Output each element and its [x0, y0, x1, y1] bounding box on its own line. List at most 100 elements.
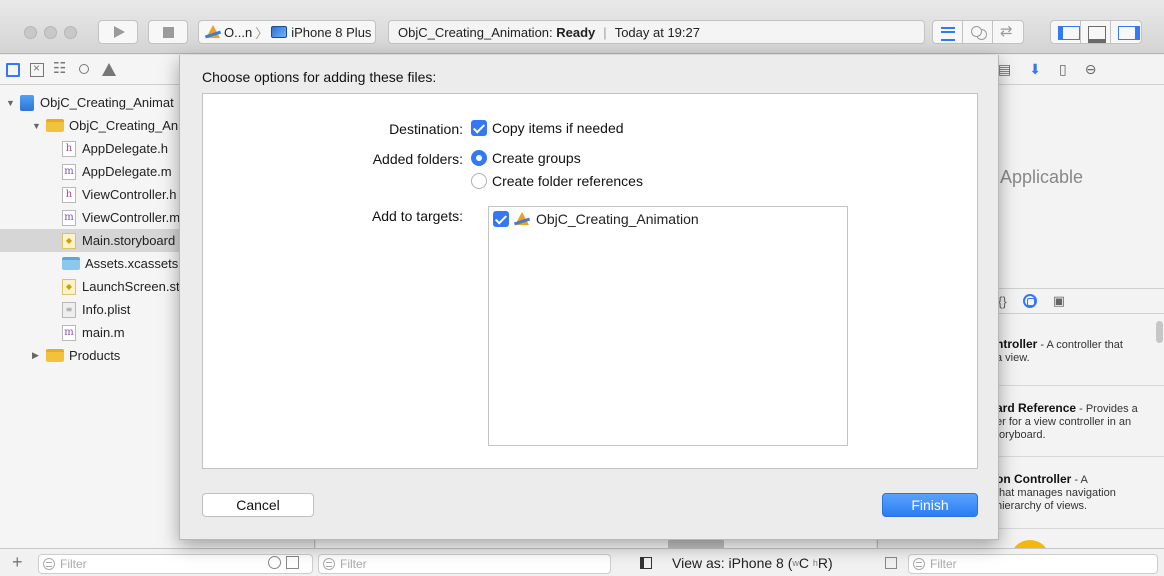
navigator-toggle-icon[interactable]	[1051, 21, 1081, 43]
disclosure-triangle-icon[interactable]: ▼	[6, 98, 16, 108]
status-state: Ready	[556, 24, 596, 40]
options-panel: Destination: Copy items if needed Added …	[202, 93, 978, 469]
library-item[interactable]: ard Reference - Provides a er for a view…	[996, 402, 1158, 442]
zoom-window-button[interactable]	[64, 26, 77, 39]
create-groups-label: Create groups	[492, 150, 581, 166]
filter-icon	[43, 558, 55, 570]
activity-status: ObjC_Creating_Animation: Ready | Today a…	[388, 20, 925, 44]
add-icon[interactable]: +	[12, 552, 23, 573]
asset-catalog-icon	[62, 257, 80, 270]
size-inspector-icon[interactable]: ▤	[998, 61, 1011, 78]
inspector-toggle-icon[interactable]	[1111, 21, 1141, 43]
size-class-c: C	[798, 555, 809, 571]
iphone-icon	[271, 26, 288, 38]
status-divider: |	[603, 24, 607, 40]
stop-button[interactable]	[148, 20, 188, 44]
assistant-editor-icon[interactable]	[963, 21, 993, 43]
library-item-desc: - A controller that	[1037, 339, 1123, 351]
standard-editor-icon[interactable]	[933, 21, 963, 43]
disclosure-triangle-icon[interactable]: ▼	[32, 121, 42, 131]
library-item-desc: that manages navigation	[996, 487, 1116, 499]
project-icon	[20, 94, 34, 111]
grid-view-icon[interactable]	[885, 557, 897, 569]
scheme-selector[interactable]: O...n 〉 iPhone 8 Plus	[198, 20, 376, 44]
sheet-title: Choose options for adding these files:	[202, 69, 437, 85]
targets-list: ObjC_Creating_Animation	[488, 206, 848, 446]
storyboard-file-icon: ◆	[62, 278, 76, 295]
library-item-title: on Controller	[996, 472, 1072, 486]
media-library-icon[interactable]: ▣	[1053, 293, 1065, 309]
implementation-file-icon: m	[62, 209, 76, 226]
ruler-inspector-icon[interactable]: ▯	[1059, 61, 1067, 78]
run-button[interactable]	[98, 20, 138, 44]
disclosure-triangle-icon[interactable]: ▶	[32, 350, 42, 361]
copy-items-checkbox[interactable]: Copy items if needed	[471, 120, 624, 136]
recent-files-icon[interactable]	[268, 556, 281, 569]
view-as-device-bar[interactable]: View as: iPhone 8 (w C h R)	[640, 555, 833, 571]
finish-button[interactable]: Finish	[882, 493, 978, 517]
tree-row-label: ObjC_Creating_Anir	[69, 118, 186, 133]
library-item-title: ntroller	[996, 337, 1038, 351]
size-class-r: R	[817, 555, 829, 571]
device-name[interactable]: iPhone 8 Plus	[291, 25, 371, 40]
view-as-suffix: )	[828, 555, 833, 571]
hierarchy-icon[interactable]	[53, 59, 68, 77]
tree-row-label: Info.plist	[82, 302, 131, 317]
document-outline-toggle-icon[interactable]	[640, 557, 652, 569]
source-control-icon[interactable]	[30, 61, 44, 77]
create-folder-references-radio[interactable]: Create folder references	[471, 173, 643, 189]
tree-row-label: LaunchScreen.st	[82, 279, 180, 294]
add-files-options-sheet: Choose options for adding these files: D…	[179, 55, 999, 540]
implementation-file-icon: m	[62, 324, 76, 341]
checkmark-icon	[471, 120, 487, 136]
connections-inspector-icon[interactable]: ⊖	[1085, 61, 1097, 78]
library-item-desc: a view.	[996, 352, 1030, 364]
library-item-desc: - A	[1071, 474, 1088, 486]
checkmark-icon[interactable]	[493, 211, 509, 227]
filter-icon	[913, 558, 925, 570]
search-icon[interactable]	[78, 63, 92, 77]
object-library-icon[interactable]	[1022, 294, 1037, 308]
split-view-handle[interactable]	[668, 539, 724, 548]
tree-row-label: ViewController.m	[82, 210, 181, 225]
target-row[interactable]: ObjC_Creating_Animation	[493, 211, 699, 227]
target-name: ObjC_Creating_Animation	[536, 211, 699, 227]
library-item-desc: toryboard.	[996, 429, 1046, 441]
outline-filter-field[interactable]: Filter	[318, 554, 611, 574]
radio-selected-icon	[471, 150, 487, 166]
create-groups-radio[interactable]: Create groups	[471, 150, 581, 166]
library-item[interactable]: ntroller - A controller that a view.	[996, 338, 1158, 365]
scheme-name: O...n	[224, 24, 253, 40]
tree-row-label: AppDelegate.m	[82, 164, 172, 179]
status-time: Today at 19:27	[614, 24, 700, 40]
source-control-filter-icon[interactable]	[286, 556, 299, 569]
library-item-desc: - Provides a	[1076, 403, 1138, 415]
tree-row-label: Main.storyboard	[82, 233, 176, 248]
library-item[interactable]: on Controller - A that manages navigatio…	[996, 473, 1158, 513]
cancel-button[interactable]: Cancel	[202, 493, 314, 517]
library-item-desc: hierarchy of views.	[996, 500, 1088, 512]
folder-icon[interactable]	[6, 62, 20, 77]
divider	[978, 528, 1164, 529]
close-window-button[interactable]	[24, 26, 37, 39]
attributes-inspector-icon[interactable]: ⬇	[1029, 61, 1041, 78]
library-filter-field[interactable]: Filter	[908, 554, 1158, 574]
radio-unselected-icon	[471, 173, 487, 189]
storyboard-file-icon: ◆	[62, 232, 76, 249]
debug-area-toggle-icon[interactable]	[1081, 21, 1111, 43]
minimize-window-button[interactable]	[44, 26, 57, 39]
library-scrollbar[interactable]	[1156, 321, 1163, 343]
code-snippet-library-icon[interactable]: {}	[998, 294, 1007, 309]
plist-file-icon: ≡	[62, 301, 76, 318]
tree-row-label: ObjC_Creating_Animat	[40, 95, 174, 110]
warning-icon[interactable]	[102, 62, 116, 77]
tree-row-label: main.m	[82, 325, 125, 340]
destination-label: Destination:	[389, 121, 463, 137]
library-item-title: ard Reference	[996, 401, 1077, 415]
bottom-bar: + Filter Filter View as: iPhone 8 (w C hR…	[0, 548, 1164, 576]
not-applicable-text: Applicable	[1000, 167, 1084, 187]
divider	[978, 456, 1164, 457]
xcode-app-icon	[205, 25, 221, 39]
version-editor-icon[interactable]	[993, 21, 1023, 43]
view-as-prefix: View as: iPhone 8 (	[672, 555, 793, 571]
